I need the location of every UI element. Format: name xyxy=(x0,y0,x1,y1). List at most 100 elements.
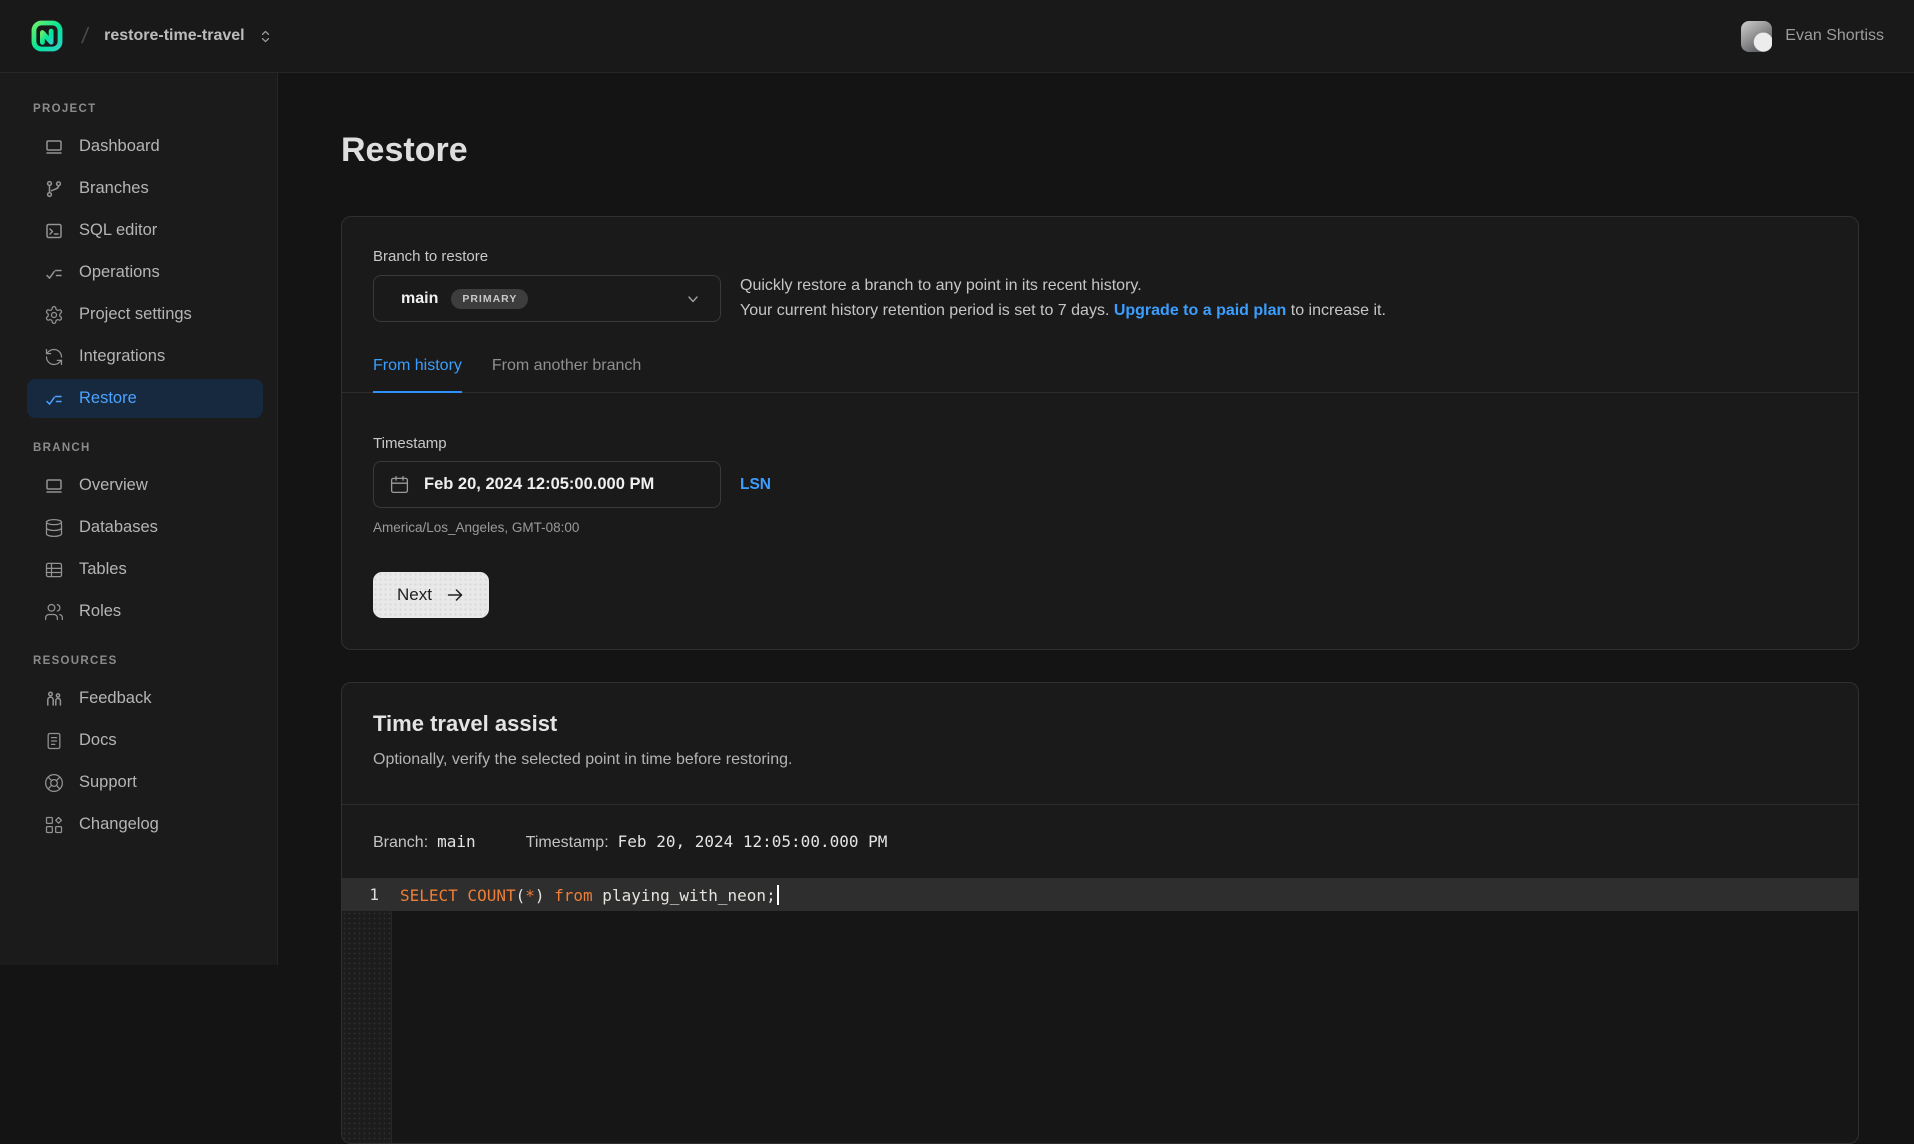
sidebar-item-label: Restore xyxy=(79,389,137,408)
sql-token: ) xyxy=(535,886,554,905)
description-line2-suffix: to increase it. xyxy=(1286,302,1386,319)
sidebar-item-databases[interactable]: Databases xyxy=(27,508,263,547)
timestamp-value: Feb 20, 2024 12:05:00.000 PM xyxy=(424,475,654,494)
timezone-note: America/Los_Angeles, GMT-08:00 xyxy=(373,520,1827,535)
chevron-up-down-icon xyxy=(257,28,274,45)
restore-description: Quickly restore a branch to any point in… xyxy=(740,274,1386,323)
sidebar-item-label: SQL editor xyxy=(79,221,157,240)
sidebar-item-dashboard[interactable]: Dashboard xyxy=(27,127,263,166)
meta-timestamp: Timestamp: Feb 20, 2024 12:05:00.000 PM xyxy=(526,832,888,852)
sidebar-item-docs[interactable]: Docs xyxy=(27,721,263,760)
next-button[interactable]: Next xyxy=(373,572,489,618)
timestamp-input[interactable]: Feb 20, 2024 12:05:00.000 PM xyxy=(373,461,721,508)
page-title: Restore xyxy=(341,131,1914,170)
integrations-icon xyxy=(44,347,64,367)
sidebar-item-feedback[interactable]: Feedback xyxy=(27,679,263,718)
sidebar-item-support[interactable]: Support xyxy=(27,763,263,802)
tab-from-history[interactable]: From history xyxy=(373,357,462,393)
checklist-icon xyxy=(44,263,64,283)
feedback-icon xyxy=(44,689,64,709)
sidebar-item-overview[interactable]: Overview xyxy=(27,466,263,505)
main-content: Restore Branch to restore main PRIMARY Q… xyxy=(278,73,1914,965)
topbar: / restore-time-travel Evan Shortiss xyxy=(0,0,1914,73)
sidebar-item-tables[interactable]: Tables xyxy=(27,550,263,589)
sidebar-item-label: Support xyxy=(79,773,137,792)
sql-editor-active-line[interactable]: 1 SELECT COUNT(*) from playing_with_neon… xyxy=(342,878,1858,911)
sidebar-item-operations[interactable]: Operations xyxy=(27,253,263,292)
window-icon xyxy=(44,476,64,496)
sidebar-item-integrations[interactable]: Integrations xyxy=(27,337,263,376)
restore-card: Branch to restore main PRIMARY Quickly r… xyxy=(341,216,1859,650)
sidebar-item-label: Branches xyxy=(79,179,149,198)
sidebar-item-label: Databases xyxy=(79,518,158,537)
sidebar-item-project-settings[interactable]: Project settings xyxy=(27,295,263,334)
sidebar-item-restore[interactable]: Restore xyxy=(27,379,263,418)
breadcrumb-separator: / xyxy=(80,23,90,49)
docs-icon xyxy=(44,731,64,751)
meta-timestamp-value: Feb 20, 2024 12:05:00.000 PM xyxy=(618,832,888,851)
neon-logo[interactable] xyxy=(30,19,64,53)
sidebar: PROJECT Dashboard Branches SQL editor xyxy=(0,73,278,965)
sidebar-item-label: Changelog xyxy=(79,815,159,834)
sql-editor-body[interactable] xyxy=(342,911,1858,1144)
meta-branch-label: Branch: xyxy=(373,834,428,852)
restore-icon xyxy=(44,389,64,409)
database-icon xyxy=(44,518,64,538)
sidebar-item-changelog[interactable]: Changelog xyxy=(27,805,263,844)
next-button-label: Next xyxy=(397,585,432,605)
sidebar-item-label: Docs xyxy=(79,731,117,750)
branch-select[interactable]: main PRIMARY xyxy=(373,275,721,322)
sql-token: from xyxy=(554,886,593,905)
meta-timestamp-label: Timestamp: xyxy=(526,834,609,852)
sidebar-item-label: Project settings xyxy=(79,305,192,324)
user-menu[interactable]: Evan Shortiss xyxy=(1741,21,1884,52)
sql-token: ( xyxy=(516,886,526,905)
chevron-down-icon xyxy=(683,289,703,309)
tab-from-another-branch[interactable]: From another branch xyxy=(492,357,641,392)
time-travel-assist-subtitle: Optionally, verify the selected point in… xyxy=(373,751,1827,769)
time-travel-assist-header: Time travel assist Optionally, verify th… xyxy=(342,683,1858,769)
dashboard-icon xyxy=(44,137,64,157)
neon-logo-icon xyxy=(31,20,63,52)
sidebar-item-roles[interactable]: Roles xyxy=(27,592,263,631)
user-avatar xyxy=(1741,21,1772,52)
lsn-link[interactable]: LSN xyxy=(740,476,771,494)
time-travel-assist-title: Time travel assist xyxy=(373,711,1827,737)
sidebar-section-project: PROJECT Dashboard Branches SQL editor xyxy=(0,103,277,418)
primary-badge: PRIMARY xyxy=(451,289,528,309)
sidebar-item-label: Integrations xyxy=(79,347,165,366)
sidebar-item-sql-editor[interactable]: SQL editor xyxy=(27,211,263,250)
sql-token: playing_with_neon; xyxy=(593,886,776,905)
sidebar-item-label: Roles xyxy=(79,602,121,621)
sidebar-item-label: Feedback xyxy=(79,689,151,708)
lifebuoy-icon xyxy=(44,773,64,793)
git-branch-icon xyxy=(44,179,64,199)
restore-tabs: From history From another branch xyxy=(342,357,1858,393)
user-name: Evan Shortiss xyxy=(1785,27,1884,45)
description-line1: Quickly restore a branch to any point in… xyxy=(740,274,1386,299)
time-travel-assist-card: Time travel assist Optionally, verify th… xyxy=(341,682,1859,1144)
sidebar-item-branches[interactable]: Branches xyxy=(27,169,263,208)
sidebar-section-resources: RESOURCES Feedback Docs Support xyxy=(0,655,277,844)
changelog-icon xyxy=(44,815,64,835)
editor-empty-area xyxy=(392,911,1858,1144)
section-label: PROJECT xyxy=(0,103,277,115)
timestamp-field-label: Timestamp xyxy=(373,435,1827,452)
users-icon xyxy=(44,602,64,622)
sql-token: * xyxy=(525,886,535,905)
sql-code-line: SELECT COUNT(*) from playing_with_neon; xyxy=(392,885,779,905)
arrow-right-icon xyxy=(445,585,465,605)
section-label: RESOURCES xyxy=(0,655,277,667)
calendar-icon xyxy=(389,474,410,495)
sidebar-item-label: Tables xyxy=(79,560,127,579)
verification-meta-row: Branch: main Timestamp: Feb 20, 2024 12:… xyxy=(342,805,1858,878)
branch-select-value: main xyxy=(401,290,438,308)
text-cursor xyxy=(777,885,779,905)
table-icon xyxy=(44,560,64,580)
project-switcher[interactable]: restore-time-travel xyxy=(104,27,274,45)
line-number: 1 xyxy=(342,885,392,904)
sql-token: SELECT COUNT xyxy=(400,886,516,905)
upgrade-plan-link[interactable]: Upgrade to a paid plan xyxy=(1114,302,1286,319)
project-name: restore-time-travel xyxy=(104,27,245,45)
terminal-icon xyxy=(44,221,64,241)
